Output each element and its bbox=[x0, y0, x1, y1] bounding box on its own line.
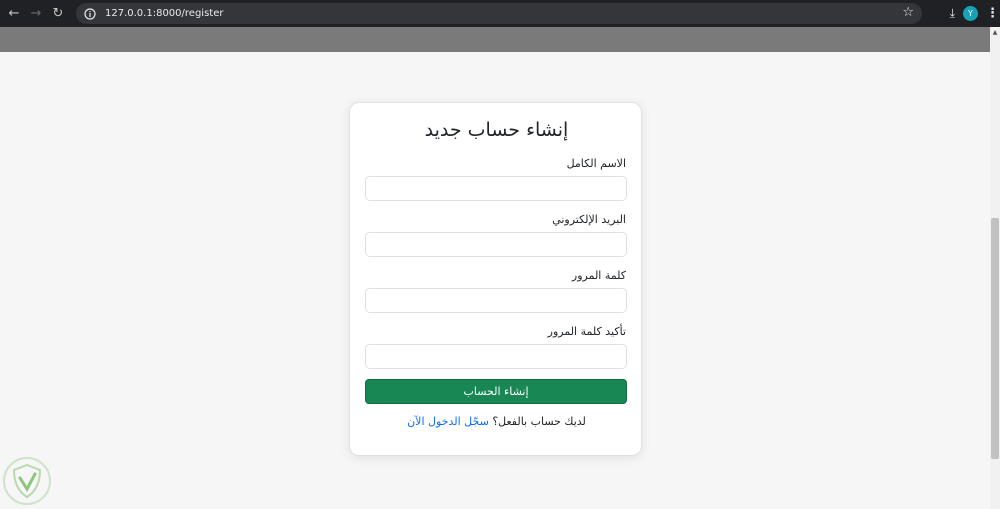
scroll-up-icon[interactable]: ▲ bbox=[990, 29, 1000, 37]
password-label: كلمة المرور bbox=[571, 269, 626, 282]
page-header-band bbox=[0, 27, 990, 52]
register-card: إنشاء حساب جديد الاسم الكامل البريد الإل… bbox=[349, 102, 642, 456]
login-link[interactable]: سجّل الدخول الآن bbox=[407, 415, 489, 428]
confirm-password-field[interactable] bbox=[365, 344, 627, 369]
login-prompt-text: لديك حساب بالفعل؟ bbox=[492, 415, 586, 428]
download-icon[interactable]: ⤓ bbox=[950, 6, 955, 21]
reload-icon[interactable]: ↻ bbox=[47, 3, 69, 25]
watermark-shield-logo bbox=[3, 457, 51, 505]
bookmark-star-icon[interactable]: ☆ bbox=[902, 5, 914, 20]
profile-avatar[interactable]: Y bbox=[963, 6, 978, 21]
site-info-icon[interactable] bbox=[81, 5, 99, 23]
browser-toolbar: ← → ↻ 127.0.0.1:8000/register ☆ ⤓ Y ⋮ bbox=[0, 0, 1000, 27]
confirm-password-label: تأكيد كلمة المرور bbox=[547, 325, 626, 338]
scrollbar-thumb[interactable] bbox=[991, 218, 999, 459]
email-field[interactable] bbox=[365, 232, 627, 257]
url-text[interactable]: 127.0.0.1:8000/register bbox=[105, 8, 223, 19]
address-bar[interactable]: 127.0.0.1:8000/register ☆ bbox=[76, 3, 922, 24]
full-name-label: الاسم الكامل bbox=[566, 157, 626, 170]
full-name-field[interactable] bbox=[365, 176, 627, 201]
create-account-button[interactable]: إنشاء الحساب bbox=[365, 379, 627, 404]
forward-arrow-icon[interactable]: → bbox=[25, 3, 47, 25]
password-field[interactable] bbox=[365, 288, 627, 313]
email-label: البريد الإلكتروني bbox=[552, 213, 626, 226]
menu-kebab-icon[interactable]: ⋮ bbox=[986, 6, 999, 21]
login-prompt: لديك حساب بالفعل؟ سجّل الدخول الآن bbox=[350, 415, 643, 428]
page-title: إنشاء حساب جديد bbox=[424, 119, 569, 141]
back-arrow-icon[interactable]: ← bbox=[3, 3, 25, 25]
